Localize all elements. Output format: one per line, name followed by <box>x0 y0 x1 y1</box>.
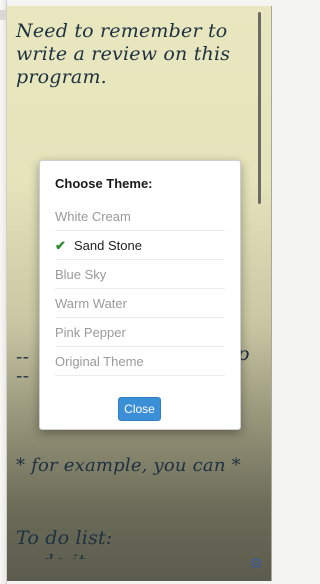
settings-button[interactable]: ⚙ <box>248 556 264 572</box>
theme-option-blue-sky[interactable]: Blue Sky <box>55 260 225 289</box>
tab-edge <box>0 10 6 20</box>
check-icon: ✔ <box>55 237 66 253</box>
theme-label: Blue Sky <box>55 266 107 282</box>
scrollbar-thumb[interactable] <box>258 12 261 204</box>
theme-label: Original Theme <box>55 353 144 369</box>
theme-option-warm-water[interactable]: Warm Water <box>55 289 225 318</box>
note-todo-heading: To do list: <box>16 527 113 549</box>
theme-option-original[interactable]: Original Theme <box>55 347 225 376</box>
note-clipped-line: - do it <box>16 551 86 559</box>
theme-list: White Cream ✔ Sand Stone Blue Sky Warm W… <box>55 202 225 376</box>
dialog-title: Choose Theme: <box>55 176 153 191</box>
theme-label: Sand Stone <box>74 237 142 253</box>
note-intro-text: Need to remember to write a review on th… <box>16 20 231 88</box>
theme-dialog: Choose Theme: White Cream ✔ Sand Stone B… <box>39 160 241 430</box>
theme-label: Pink Pepper <box>55 324 126 340</box>
theme-label: White Cream <box>55 208 131 224</box>
theme-label: Warm Water <box>55 295 127 311</box>
window-left-edge <box>0 0 7 584</box>
gear-icon: ⚙ <box>249 556 263 572</box>
note-example-text: * for example, you can * <box>16 455 241 476</box>
theme-option-pink-pepper[interactable]: Pink Pepper <box>55 318 225 347</box>
theme-option-white-cream[interactable]: White Cream <box>55 202 225 231</box>
note-dash-lines: -- -- <box>16 346 30 387</box>
theme-option-sand-stone[interactable]: ✔ Sand Stone <box>55 231 225 260</box>
close-button[interactable]: Close <box>118 397 161 421</box>
